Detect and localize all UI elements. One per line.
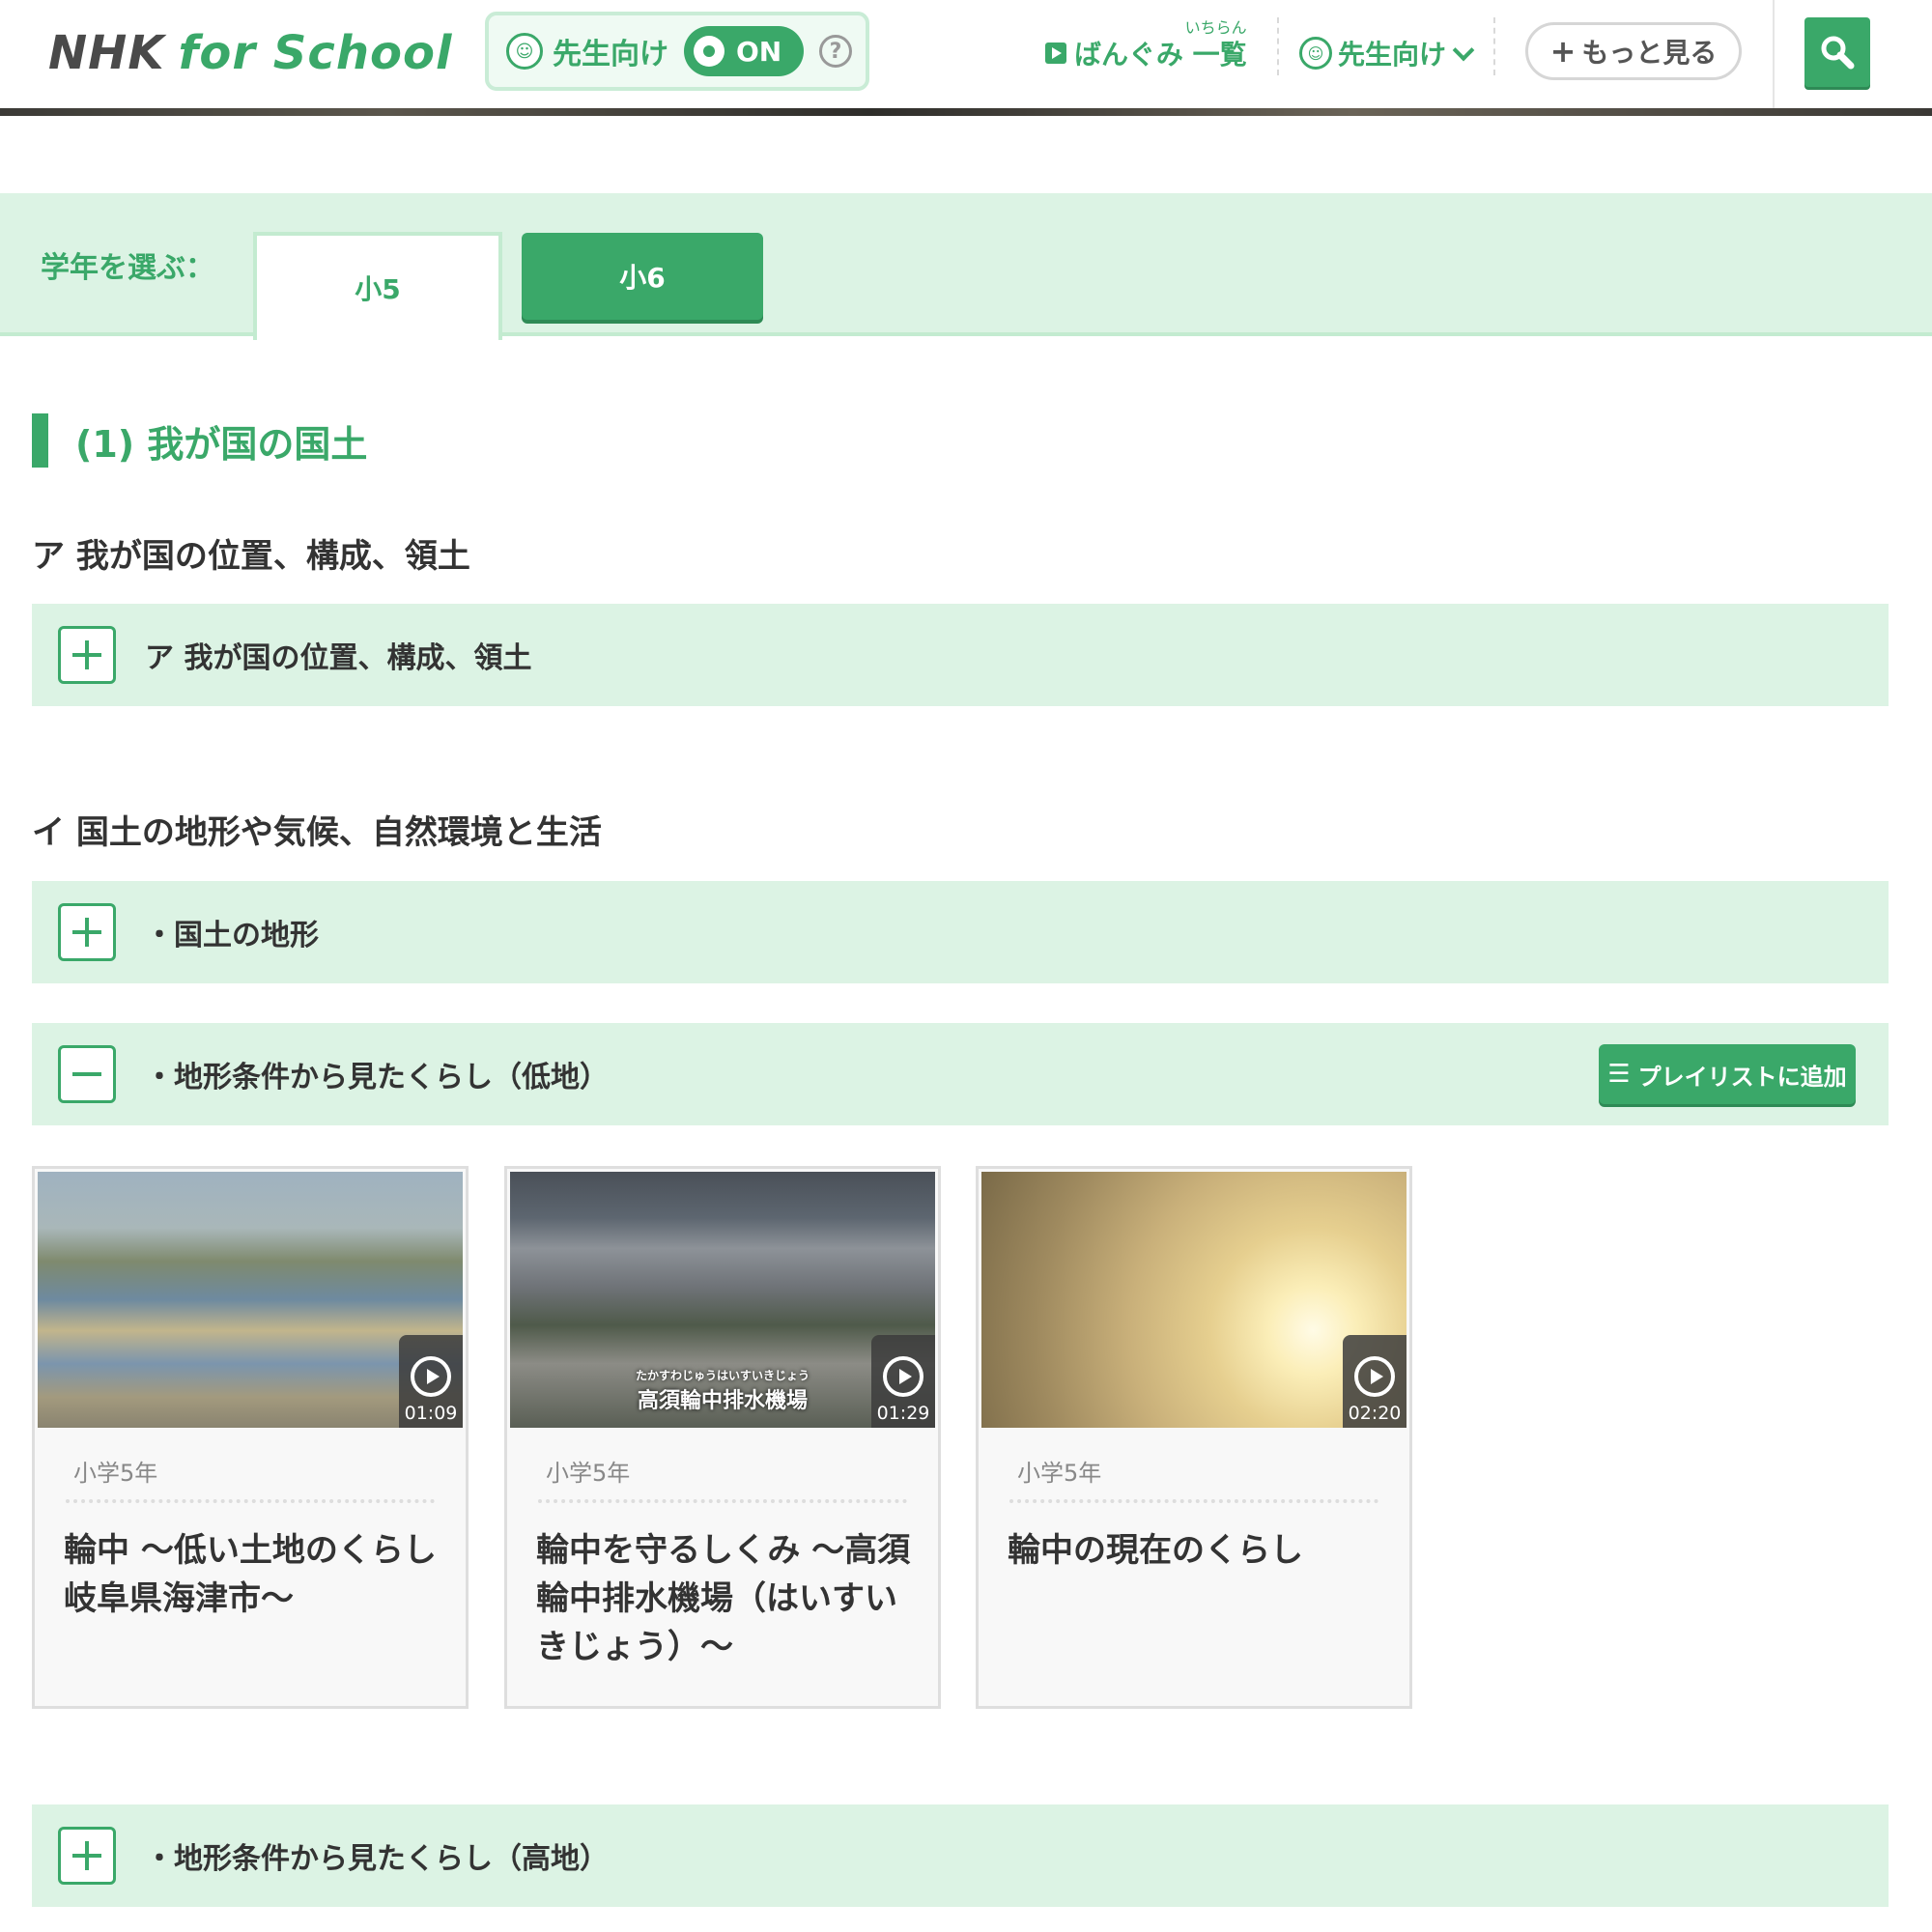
accordion-item[interactable]: ア 我が国の位置、構成、領土	[32, 604, 1889, 706]
tab-grade-5[interactable]: 小5	[253, 232, 502, 340]
section-title-text: (1) 我が国の国土	[75, 422, 368, 466]
switch-state: ON	[736, 35, 782, 68]
subsection-heading: イ 国土の地形や気候、自然環境と生活	[32, 813, 602, 852]
playlist-button-label: プレイリストに追加	[1637, 1063, 1847, 1091]
logo-for-school: for School	[178, 26, 453, 80]
subsection-heading: ア 我が国の位置、構成、領土	[32, 537, 470, 576]
search-button[interactable]	[1804, 17, 1870, 87]
expand-plus-icon[interactable]	[58, 1827, 116, 1885]
teacher-mode-toggle: ☺ 先生向け ON ?	[485, 12, 869, 91]
teacher-toggle-label: 先生向け	[553, 38, 668, 71]
teacher-face-icon: ☺	[506, 33, 543, 70]
section-title: (1) 我が国の国土	[32, 413, 367, 468]
video-thumbnail[interactable]: 01:09	[38, 1172, 463, 1428]
card-divider	[66, 1499, 435, 1503]
duration-badge: 02:20	[1343, 1335, 1406, 1428]
video-card[interactable]: 02:20 小学5年 輪中の現在のくらし	[976, 1166, 1412, 1709]
video-grade: 小学5年	[73, 1460, 158, 1487]
thumbnail-caption: たかすわじゅうはいすいきじょう 高須輪中排水機場	[636, 1369, 810, 1413]
accordion-item[interactable]: ・地形条件から見たくらし（高地）	[32, 1804, 1889, 1907]
card-divider	[538, 1499, 907, 1503]
search-icon	[1821, 36, 1855, 70]
teacher-menu[interactable]: ☺ 先生向け	[1299, 19, 1475, 87]
accordion-title: ・地形条件から見たくらし（高地）	[145, 1842, 609, 1876]
expand-plus-icon[interactable]	[58, 903, 116, 961]
thumbnail-caption-ruby: たかすわじゅうはいすいきじょう	[636, 1369, 810, 1382]
tab-grade-6[interactable]: 小6	[522, 233, 763, 320]
nav-divider	[1277, 17, 1279, 75]
video-thumbnail[interactable]: たかすわじゅうはいすいきじょう 高須輪中排水機場 01:29	[510, 1172, 935, 1428]
expand-plus-icon[interactable]	[58, 626, 116, 684]
header-divider	[1773, 0, 1775, 108]
video-title[interactable]: 輪中 〜低い土地のくらし 岐阜県海津市〜	[64, 1526, 442, 1623]
header-banner-strip	[0, 108, 1932, 116]
program-list-ruby: いちらん	[1184, 18, 1247, 37]
nav-divider	[1493, 17, 1495, 75]
teacher-mode-switch[interactable]: ON	[684, 26, 804, 76]
video-grade: 小学5年	[1017, 1460, 1102, 1487]
collapse-minus-icon[interactable]	[58, 1045, 116, 1103]
accordion-item[interactable]: ・国土の地形	[32, 881, 1889, 983]
play-icon	[1354, 1356, 1395, 1397]
card-divider	[1009, 1499, 1378, 1503]
playlist-add-icon: ☰	[1607, 1060, 1631, 1089]
teacher-face-icon: ☺	[1299, 37, 1332, 70]
program-list-link[interactable]: いちらん ばんぐみ 一覧	[1045, 18, 1247, 87]
nhk-for-school-logo[interactable]: NHK for School	[48, 19, 452, 87]
video-title[interactable]: 輪中の現在のくらし	[1008, 1526, 1386, 1575]
grade-selector-label: 学年を選ぶ：	[41, 251, 214, 285]
section-title-bar	[32, 413, 48, 468]
help-icon[interactable]: ?	[819, 35, 852, 68]
duration-badge: 01:09	[399, 1335, 463, 1428]
accordion-item-expanded[interactable]: ・地形条件から見たくらし（低地） ☰ プレイリストに追加	[32, 1023, 1889, 1125]
video-card[interactable]: たかすわじゅうはいすいきじょう 高須輪中排水機場 01:29 小学5年 輪中を守…	[504, 1166, 941, 1709]
more-label: もっと見る	[1581, 37, 1718, 69]
add-to-playlist-button[interactable]: ☰ プレイリストに追加	[1599, 1044, 1856, 1104]
accordion-title: ・国土の地形	[145, 919, 319, 952]
video-duration: 01:09	[404, 1403, 458, 1424]
accordion-title: ア 我が国の位置、構成、領土	[145, 641, 532, 675]
play-icon	[411, 1356, 451, 1397]
site-header: NHK for School ☺ 先生向け ON ? いちらん ばんぐみ 一覧 …	[0, 0, 1932, 111]
more-button[interactable]: + もっと見る	[1525, 22, 1742, 80]
play-icon	[883, 1356, 923, 1397]
video-card[interactable]: 01:09 小学5年 輪中 〜低い土地のくらし 岐阜県海津市〜	[32, 1166, 469, 1709]
program-play-icon	[1045, 43, 1066, 64]
plus-icon: +	[1549, 33, 1577, 70]
duration-badge: 01:29	[871, 1335, 935, 1428]
accordion-title: ・地形条件から見たくらし（低地）	[145, 1061, 609, 1094]
chevron-down-icon	[1452, 39, 1475, 62]
teacher-menu-label: 先生向け	[1338, 39, 1447, 71]
video-duration: 01:29	[876, 1403, 930, 1424]
switch-knob	[694, 36, 724, 67]
program-list-label: いちらん ばんぐみ 一覧	[1074, 18, 1247, 72]
video-grade: 小学5年	[546, 1460, 631, 1487]
video-duration: 02:20	[1348, 1403, 1402, 1424]
video-title[interactable]: 輪中を守るしくみ 〜高須輪中排水機場（はいすいきじょう）〜	[536, 1526, 915, 1671]
logo-nhk: NHK	[48, 26, 165, 80]
video-thumbnail[interactable]: 02:20	[981, 1172, 1406, 1428]
